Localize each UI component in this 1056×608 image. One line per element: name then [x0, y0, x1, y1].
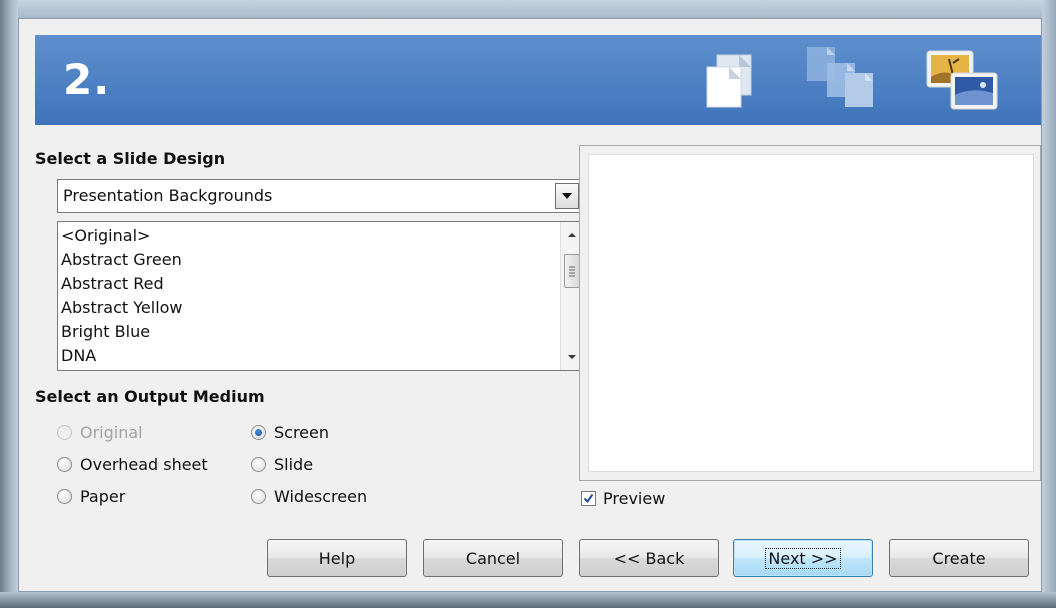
chevron-down-icon [562, 193, 572, 199]
radio-label: Screen [274, 423, 330, 442]
radio-label: Widescreen [274, 487, 368, 506]
chevron-up-icon [568, 233, 576, 237]
window-frame-right [1042, 0, 1056, 608]
preview-frame [579, 145, 1041, 481]
chevron-down-icon [568, 355, 576, 359]
list-item[interactable]: Abstract Yellow [61, 296, 183, 320]
radio-indicator [251, 489, 266, 504]
radio-widescreen[interactable]: Widescreen [251, 487, 367, 506]
output-medium-label-text: Select an Output Medium [35, 387, 265, 406]
back-button[interactable]: << Back [579, 539, 719, 577]
radio-indicator [251, 425, 266, 440]
window-frame-bottom [0, 592, 1056, 608]
radio-slide[interactable]: Slide [251, 455, 313, 474]
radio-screen[interactable]: Screen [251, 423, 329, 442]
help-button-label: Help [318, 548, 356, 568]
radio-overhead-sheet[interactable]: Overhead sheet [57, 455, 208, 474]
from-template-icon [807, 47, 873, 107]
cancel-button[interactable]: Cancel [423, 539, 563, 577]
radio-label: Original [80, 423, 143, 442]
list-item[interactable]: DNA [61, 344, 96, 368]
create-button[interactable]: Create [889, 539, 1029, 577]
design-category-dropdown[interactable]: Presentation Backgrounds [57, 179, 583, 213]
radio-indicator [57, 457, 72, 472]
scroll-thumb[interactable] [564, 254, 580, 288]
preview-checkbox-label: Preview [603, 489, 666, 508]
next-button-label: Next >> [765, 547, 841, 569]
radio-original[interactable]: Original [57, 423, 143, 442]
radio-indicator [251, 457, 266, 472]
slide-design-list[interactable]: <Original> Abstract Green Abstract Red A… [57, 221, 583, 371]
checkmark-icon [583, 493, 594, 504]
help-button[interactable]: Help [267, 539, 407, 577]
back-button-label: << Back [613, 548, 685, 568]
list-item[interactable]: Abstract Green [61, 248, 182, 272]
slide-design-label-text: Select a Slide Design [35, 149, 226, 168]
open-presentation-icon [926, 50, 998, 110]
list-item[interactable]: Abstract Red [61, 272, 164, 296]
create-button-label: Create [932, 548, 986, 568]
dropdown-arrow-button[interactable] [555, 183, 579, 209]
next-button[interactable]: Next >> [733, 539, 873, 577]
step-number: 2. [63, 55, 111, 104]
list-item[interactable]: <Original> [61, 224, 150, 248]
window-frame-top [0, 0, 1056, 18]
slide-design-section-label: Select a Slide Design [35, 149, 225, 168]
radio-label: Paper [80, 487, 126, 506]
cancel-button-label: Cancel [465, 548, 521, 568]
preview-canvas [588, 154, 1034, 472]
wizard-header-banner: 2. [35, 35, 1041, 125]
presentation-wizard-dialog: 2. Select a Slide Design Presentation Ba… [18, 18, 1042, 592]
radio-label: Overhead sheet [80, 455, 208, 474]
radio-label: Slide [274, 455, 314, 474]
grip-icon [569, 266, 575, 277]
dropdown-selected-value: Presentation Backgrounds [63, 186, 273, 205]
output-medium-section-label: Select an Output Medium [35, 387, 265, 406]
radio-indicator [57, 425, 72, 440]
preview-checkbox[interactable]: Preview [581, 489, 665, 508]
radio-indicator [57, 489, 72, 504]
empty-presentation-icon [706, 54, 752, 108]
window-frame-left [0, 0, 18, 608]
checkbox-indicator [581, 491, 596, 506]
list-item[interactable]: Bright Blue [61, 320, 150, 344]
radio-paper[interactable]: Paper [57, 487, 125, 506]
